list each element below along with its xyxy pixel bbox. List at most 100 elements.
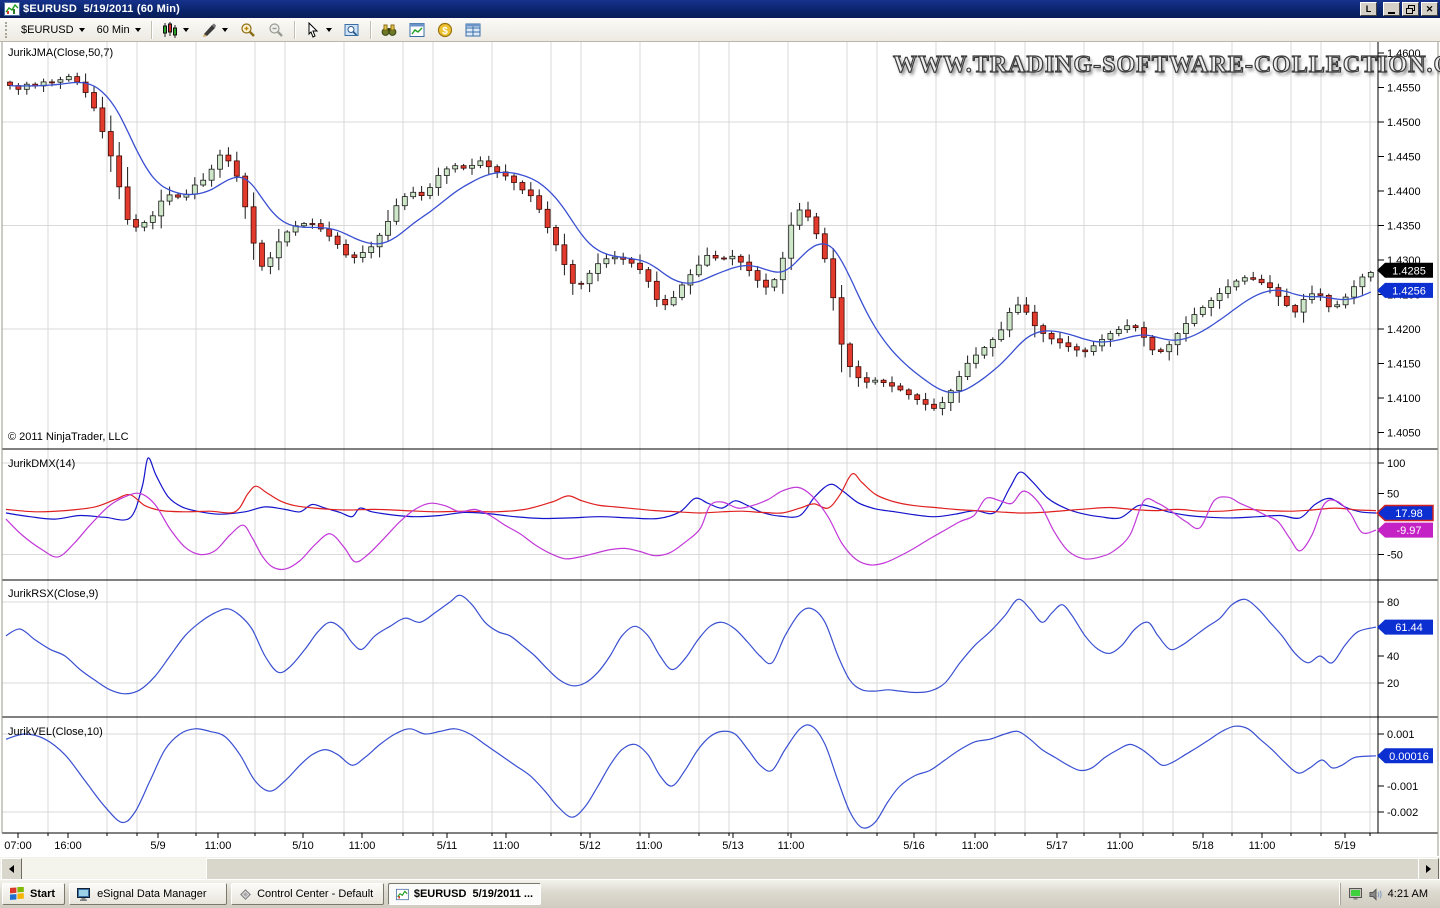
- panel-label-jurikdmx: JurikDMX(14): [8, 458, 75, 470]
- taskbar-item-control-center[interactable]: Control Center - Default: [231, 883, 384, 905]
- start-label: Start: [30, 888, 55, 900]
- zoom-out-button[interactable]: [262, 20, 290, 40]
- scrollbar-thumb[interactable]: [206, 858, 1421, 880]
- time-axis-tick-label: 11:00: [636, 840, 663, 852]
- value-axis-tick-label: -0.002: [1387, 807, 1418, 819]
- value-axis-tick-label: 1.4150: [1387, 359, 1421, 371]
- chart-toolbar: $EURUSD 60 Min: [0, 18, 1440, 42]
- monitor-icon: [77, 888, 92, 901]
- cursor-tool-button[interactable]: [299, 20, 338, 40]
- chart-canvas[interactable]: 1.46001.45501.45001.44501.44001.43501.43…: [0, 0, 1440, 856]
- time-axis-tick-label: 11:00: [778, 840, 805, 852]
- minimize-icon: [1388, 12, 1395, 14]
- time-axis-tick-label: 11:00: [1249, 840, 1276, 852]
- time-axis-tick-label: 5/18: [1192, 840, 1213, 852]
- new-chart-button[interactable]: [403, 20, 431, 40]
- link-button[interactable]: L: [1360, 2, 1377, 16]
- restore-icon: [1406, 5, 1415, 14]
- region-zoom-button[interactable]: [338, 20, 366, 40]
- scroll-right-button[interactable]: [1418, 858, 1439, 880]
- pen-icon: [201, 22, 217, 38]
- price-marker-label: 0.00016: [1389, 751, 1429, 763]
- chart-icon: [396, 888, 409, 901]
- horizontal-scrollbar[interactable]: [0, 856, 1440, 880]
- watermark: WWW.TRADING-SOFTWARE-COLLECTION.COM: [893, 52, 1371, 79]
- taskbar-item-label: Control Center - Default: [257, 888, 373, 900]
- time-axis-tick-label: 5/16: [903, 840, 924, 852]
- app-chart-icon: [4, 2, 20, 16]
- time-axis-tick-label: 5/17: [1046, 840, 1067, 852]
- price-marker-label: 61.44: [1395, 622, 1423, 634]
- taskbar-item-label: eSignal Data Manager: [97, 888, 206, 900]
- value-axis-tick-label: 80: [1387, 597, 1399, 609]
- value-axis-tick-label: 1.4350: [1387, 221, 1421, 233]
- time-axis-tick-label: 5/11: [437, 840, 458, 852]
- value-axis-tick-label: 1.4100: [1387, 393, 1421, 405]
- taskbar-item-label: $EURUSD 5/19/2011 ...: [414, 888, 533, 900]
- cursor-arrow-icon: [305, 22, 321, 38]
- scroll-left-button[interactable]: [1, 858, 22, 880]
- toolbar-separator: [151, 21, 152, 39]
- time-axis-tick-label: 5/9: [150, 840, 165, 852]
- account-button[interactable]: $: [431, 20, 459, 40]
- value-axis-tick-label: 1.4200: [1387, 324, 1421, 336]
- value-axis-tick-label: 1.4550: [1387, 83, 1421, 95]
- time-axis-tick-label: 5/12: [579, 840, 600, 852]
- toolbar-separator: [370, 21, 371, 39]
- value-axis-tick-label: 1.4500: [1387, 117, 1421, 129]
- value-axis-tick-label: 1.4450: [1387, 152, 1421, 164]
- value-axis-tick-label: 1.4050: [1387, 428, 1421, 440]
- time-axis-tick-label: 5/13: [722, 840, 743, 852]
- time-axis-tick-label: 5/19: [1334, 840, 1355, 852]
- interval-selector[interactable]: 60 Min: [91, 20, 147, 40]
- region-magnifier-icon: [344, 22, 360, 38]
- time-axis-tick-label: 11:00: [349, 840, 376, 852]
- zoom-in-icon: [240, 22, 256, 38]
- time-axis-tick-label: 11:00: [205, 840, 232, 852]
- chevron-down-icon: [326, 28, 332, 32]
- value-axis-tick-label: 20: [1387, 678, 1399, 690]
- minimize-button[interactable]: [1383, 2, 1400, 16]
- zoom-out-icon: [268, 22, 284, 38]
- toolbar-separator: [294, 21, 295, 39]
- network-monitor-icon[interactable]: [1349, 888, 1364, 901]
- chart-window-icon: [409, 22, 425, 38]
- start-button[interactable]: Start: [2, 883, 65, 905]
- svg-text:$: $: [442, 26, 448, 37]
- close-button[interactable]: ✕: [1421, 2, 1438, 16]
- value-axis-tick-label: 1.4400: [1387, 186, 1421, 198]
- chevron-down-icon: [183, 28, 189, 32]
- time-axis-tick-label: 11:00: [962, 840, 989, 852]
- candlestick-icon: [162, 22, 178, 38]
- taskbar-item-eurusd-chart[interactable]: $EURUSD 5/19/2011 ...: [388, 883, 541, 905]
- instrument-selector[interactable]: $EURUSD: [15, 20, 91, 40]
- price-marker-label: 17.98: [1395, 508, 1423, 520]
- data-grid-button[interactable]: [459, 20, 487, 40]
- binoculars-icon: [381, 22, 397, 38]
- toolbar-grip[interactable]: [5, 22, 10, 38]
- taskbar-item-esignal[interactable]: eSignal Data Manager: [69, 883, 227, 905]
- chevron-down-icon: [79, 28, 85, 32]
- restore-button[interactable]: [1402, 2, 1419, 16]
- panel-label-jurikvel: JurikVEL(Close,10): [8, 726, 103, 738]
- chevron-down-icon: [222, 28, 228, 32]
- window-title: $EURUSD 5/19/2011 (60 Min): [23, 3, 180, 15]
- system-tray: 4:21 AM: [1340, 883, 1438, 905]
- chart-style-button[interactable]: [156, 20, 195, 40]
- diamond-icon: [239, 888, 252, 901]
- price-marker-label: -9.97: [1396, 525, 1421, 537]
- time-axis-tick-label: 11:00: [1107, 840, 1134, 852]
- value-axis-tick-label: 100: [1387, 458, 1405, 470]
- drawing-tools-button[interactable]: [195, 20, 234, 40]
- window-titlebar[interactable]: $EURUSD 5/19/2011 (60 Min) L ✕: [0, 0, 1440, 18]
- panel-label-jurikjma: JurikJMA(Close,50,7): [8, 47, 113, 59]
- zoom-in-button[interactable]: [234, 20, 262, 40]
- value-axis-tick-label: -50: [1387, 550, 1403, 562]
- value-axis-tick-label: 50: [1387, 489, 1399, 501]
- chevron-down-icon: [135, 28, 141, 32]
- speaker-icon[interactable]: [1369, 888, 1383, 901]
- time-axis-tick-label: 07:00: [4, 840, 32, 852]
- market-analyzer-button[interactable]: [375, 20, 403, 40]
- taskbar-clock: 4:21 AM: [1388, 888, 1428, 900]
- price-marker-label: 1.4285: [1392, 265, 1426, 277]
